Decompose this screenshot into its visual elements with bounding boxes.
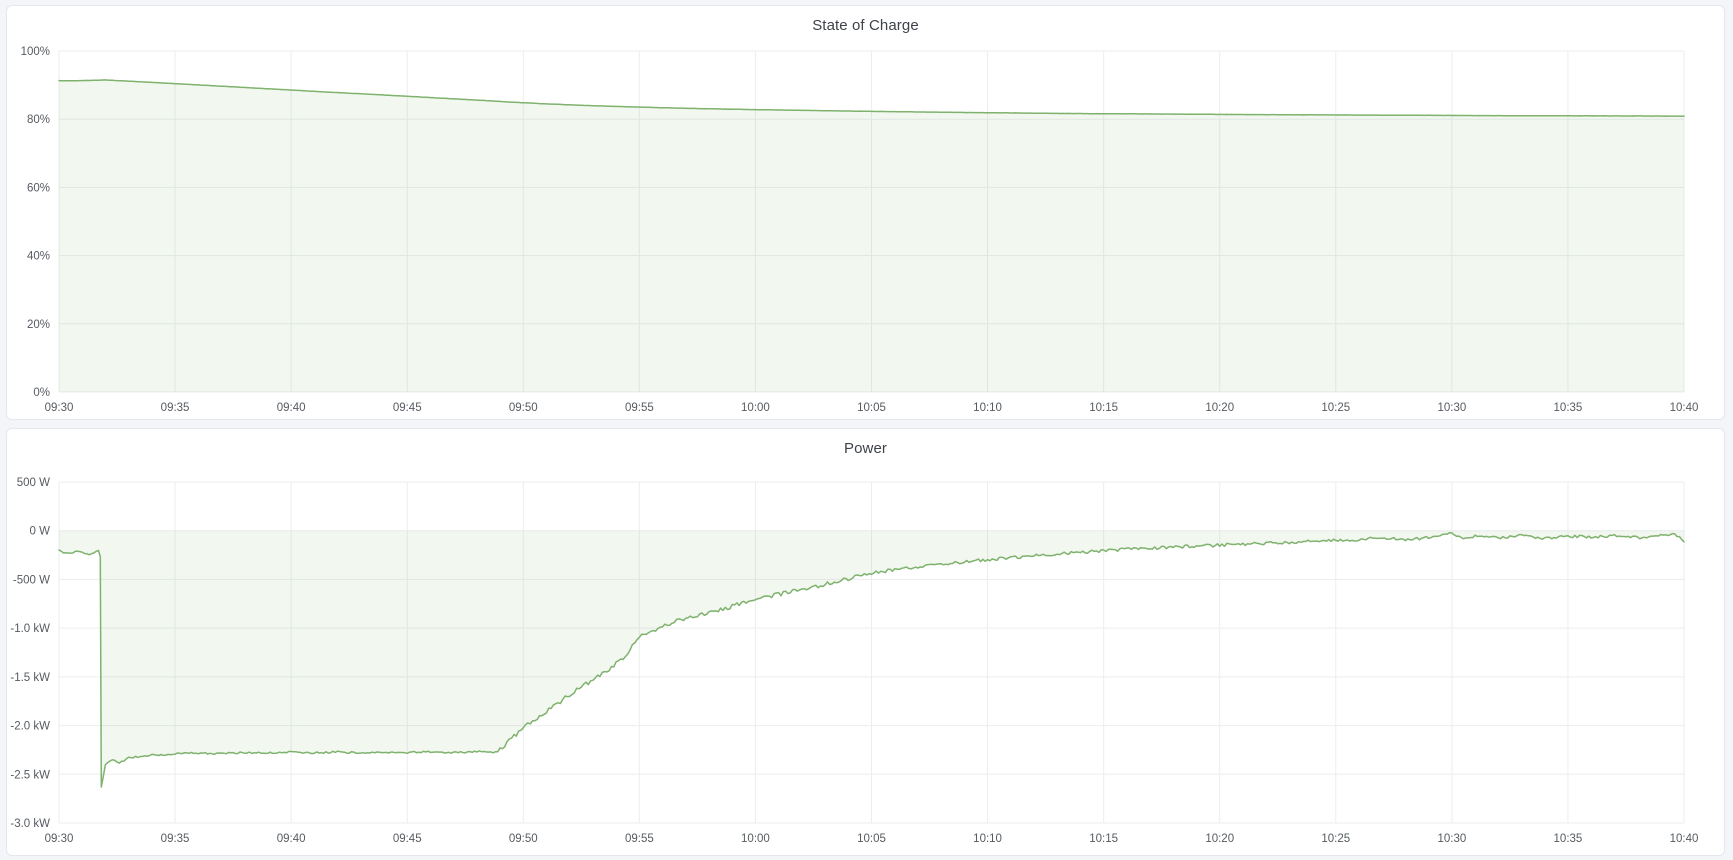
x-tick-label: 10:10 [973, 402, 1002, 414]
x-tick-label: 09:50 [509, 402, 538, 414]
y-tick-label: -2.0 kW [10, 721, 50, 733]
y-tick-label: -3.0 kW [10, 818, 50, 830]
soc-panel-title[interactable]: State of Charge [7, 6, 1724, 46]
x-tick-label: 09:35 [161, 833, 190, 845]
x-tick-label: 10:25 [1321, 402, 1350, 414]
x-tick-label: 10:00 [741, 402, 770, 414]
x-tick-label: 09:55 [625, 833, 654, 845]
x-tick-label: 09:45 [393, 833, 422, 845]
x-tick-label: 09:40 [277, 402, 306, 414]
x-tick-label: 10:15 [1089, 833, 1118, 845]
x-tick-label: 10:10 [973, 833, 1002, 845]
x-tick-label: 10:30 [1437, 402, 1466, 414]
y-tick-label: 80% [27, 114, 50, 126]
power-panel-title[interactable]: Power [7, 429, 1724, 469]
y-tick-label: -2.5 kW [10, 769, 50, 781]
x-tick-label: 09:35 [161, 402, 190, 414]
soc-chart[interactable]: 100% 80% 60% 40% 20% 0% 09:30 09:35 09:40 09:45 09… [7, 46, 1724, 419]
x-tick-label: 10:20 [1205, 402, 1234, 414]
y-tick-label: 500 W [17, 477, 50, 489]
y-tick-label: -1.5 kW [10, 672, 50, 684]
y-tick-label: 100% [21, 46, 50, 58]
x-tick-label: 09:30 [45, 833, 74, 845]
series-fill [59, 80, 1684, 392]
x-tick-label: 09:55 [625, 402, 654, 414]
y-tick-label: 60% [27, 182, 50, 194]
x-tick-label: 10:35 [1554, 402, 1583, 414]
y-tick-label: 0% [33, 387, 50, 399]
soc-chart-svg[interactable]: 100% 80% 60% 40% 20% 0% 09:30 09:35 09:40 09:45 09… [7, 46, 1724, 419]
x-tick-label: 09:50 [509, 833, 538, 845]
y-tick-label: 40% [27, 251, 50, 263]
x-tick-label: 10:40 [1670, 833, 1699, 845]
power-panel: Power 500 W 0 W -500 W -1.0 kW -1.5 kW -2.0 k… [6, 428, 1725, 856]
y-tick-label: 20% [27, 319, 50, 331]
x-tick-label: 10:15 [1089, 402, 1118, 414]
x-tick-label: 09:30 [45, 402, 74, 414]
x-tick-label: 09:40 [277, 833, 306, 845]
x-tick-label: 09:45 [393, 402, 422, 414]
y-tick-label: -500 W [13, 574, 50, 586]
x-tick-label: 10:25 [1321, 833, 1350, 845]
y-tick-label: 0 W [30, 526, 51, 538]
power-chart-svg[interactable]: 500 W 0 W -500 W -1.0 kW -1.5 kW -2.0 kW -2.5 … [7, 469, 1724, 855]
x-tick-label: 10:35 [1554, 833, 1583, 845]
x-tick-label: 10:20 [1205, 833, 1234, 845]
power-chart[interactable]: 500 W 0 W -500 W -1.0 kW -1.5 kW -2.0 kW -2.5 … [7, 469, 1724, 855]
x-tick-label: 10:40 [1670, 402, 1699, 414]
x-tick-label: 10:05 [857, 402, 886, 414]
dashboard: State of Charge 100% 80% 60% 40% 20% 0% 09:30 0… [0, 0, 1733, 860]
x-tick-label: 10:05 [857, 833, 886, 845]
x-tick-label: 10:00 [741, 833, 770, 845]
y-tick-label: -1.0 kW [10, 623, 50, 635]
x-tick-label: 10:30 [1437, 833, 1466, 845]
soc-panel: State of Charge 100% 80% 60% 40% 20% 0% 09:30 0… [6, 5, 1725, 420]
